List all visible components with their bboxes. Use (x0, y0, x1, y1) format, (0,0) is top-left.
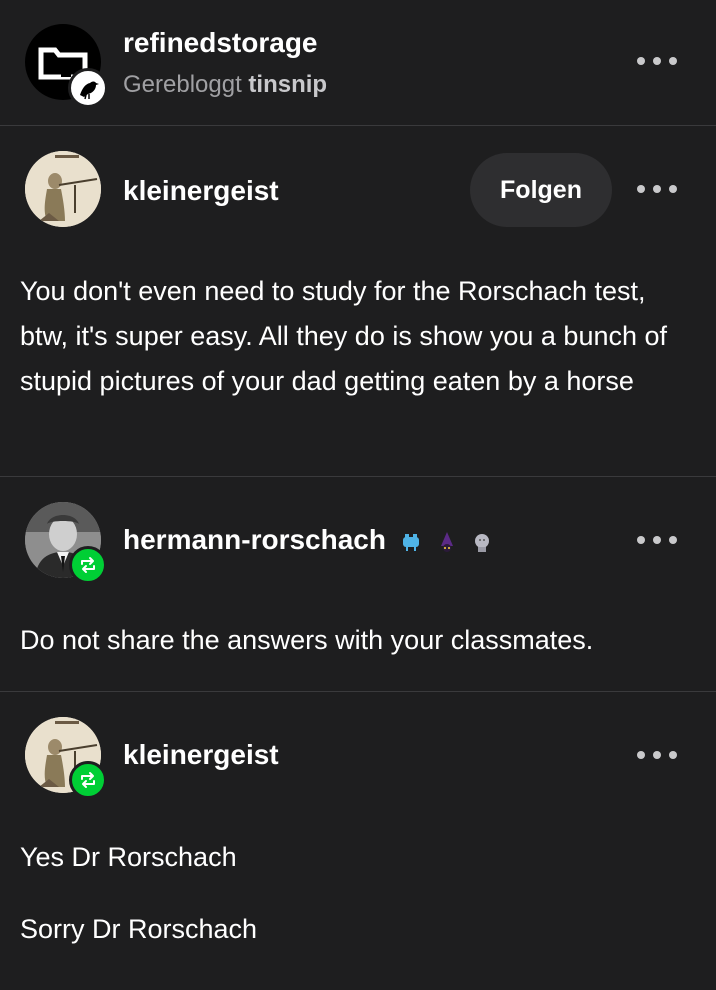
reblog-header: refinedstorage Gerebloggt tinsnip (0, 0, 716, 126)
reblogged-from-line: Gerebloggt tinsnip (123, 71, 327, 99)
post-original: kleinergeist Folgen You don't even need … (0, 126, 716, 476)
reblogged-from-link[interactable]: tinsnip (248, 71, 327, 98)
reblog-source-avatar[interactable] (68, 68, 108, 108)
more-options-icon[interactable] (637, 51, 677, 71)
crab-badge-icon[interactable] (400, 531, 422, 553)
more-options-icon[interactable] (637, 530, 677, 550)
statue-badge-icon[interactable] (471, 531, 493, 553)
post-reblog: kleinergeist Yes Dr Rorschach Sorry Dr R… (0, 692, 716, 990)
more-options-icon[interactable] (637, 179, 677, 199)
more-options-icon[interactable] (637, 745, 677, 765)
author-avatar[interactable] (25, 151, 101, 227)
reblog-badge (69, 546, 107, 584)
reblog-badge (69, 761, 107, 799)
crow-icon (80, 81, 99, 100)
post-body: You don't even need to study for the Ror… (20, 276, 668, 396)
author-name[interactable]: kleinergeist (123, 739, 279, 771)
post-body-line-1: Yes Dr Rorschach (20, 842, 237, 872)
post-body-line-2: Sorry Dr Rorschach (20, 914, 258, 944)
reblogged-label: Gerebloggt (123, 71, 242, 98)
author-name[interactable]: hermann-rorschach (123, 524, 386, 555)
wizard-badge-icon[interactable] (436, 531, 458, 553)
reblog-icon (81, 557, 95, 573)
author-name[interactable]: kleinergeist (123, 175, 279, 207)
post-body: Do not share the answers with your class… (20, 625, 594, 655)
reblog-icon (81, 772, 95, 788)
author-name-row: hermann-rorschach (123, 524, 493, 556)
post-reblog: hermann-rorschach Do not share the answe… (0, 477, 716, 691)
follow-button[interactable]: Folgen (470, 153, 612, 227)
medieval-figure-icon (25, 151, 101, 227)
blog-name[interactable]: refinedstorage (123, 27, 318, 59)
